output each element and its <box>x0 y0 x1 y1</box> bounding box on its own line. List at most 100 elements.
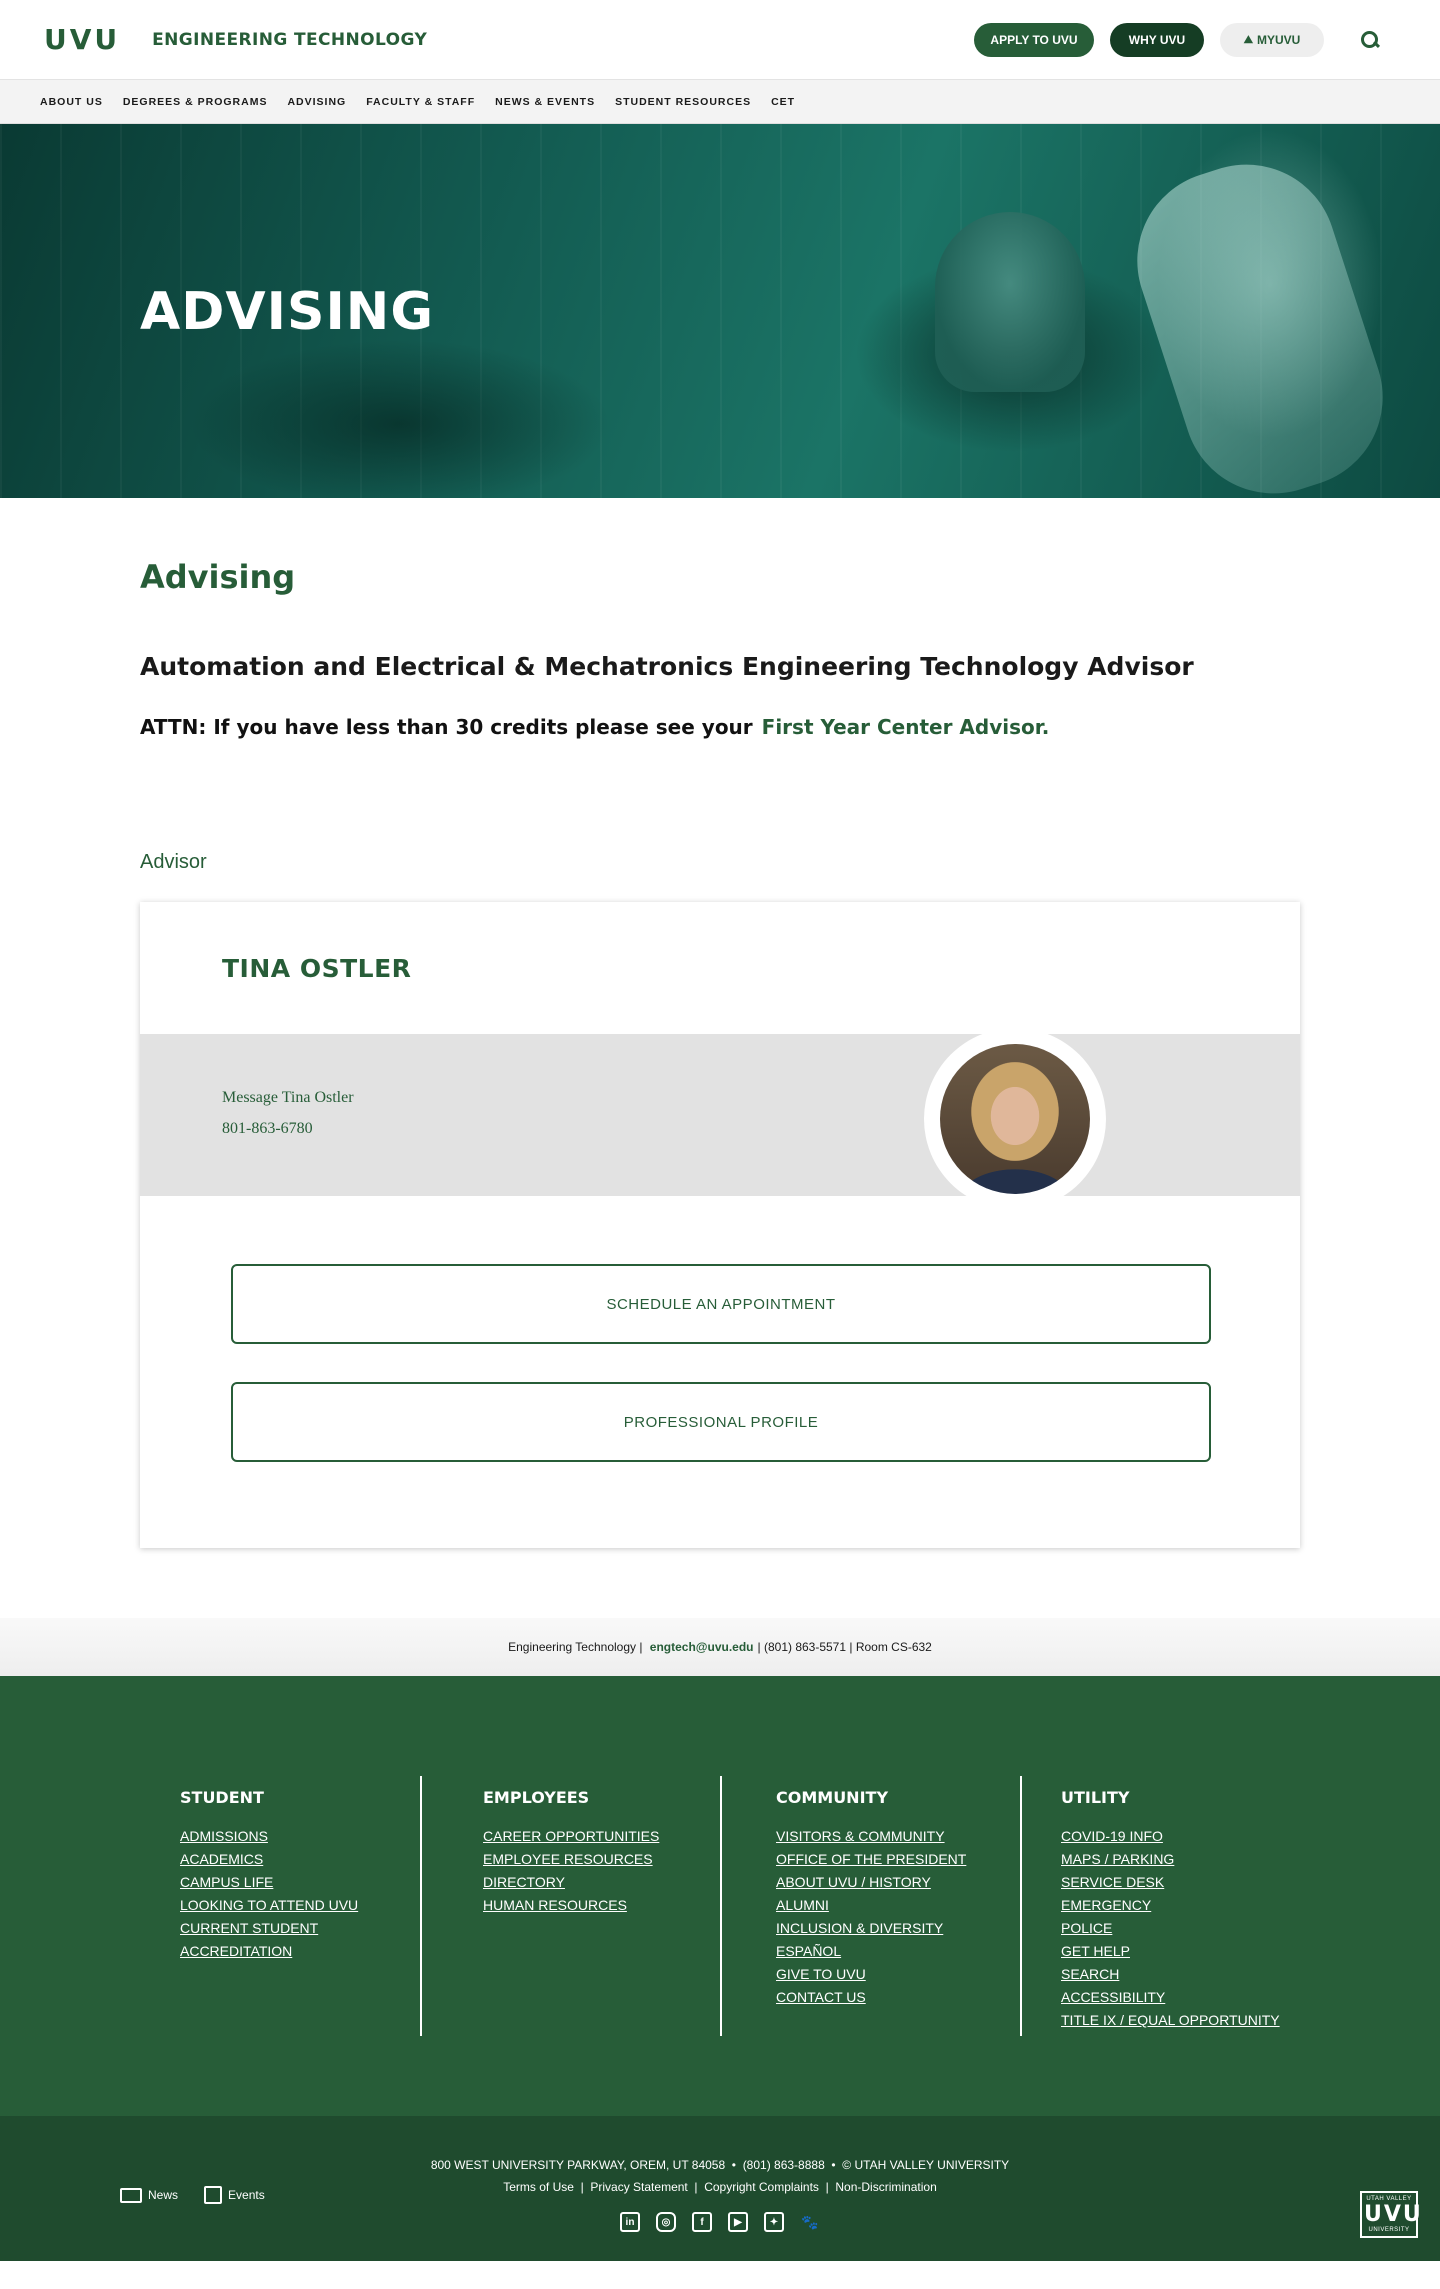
logo-bottom-text: UNIVERSITY <box>1368 2227 1410 2233</box>
attn-notice: ATTN: If you have less than 30 credits p… <box>140 715 1300 739</box>
contact-room: Room CS-632 <box>855 1640 932 1654</box>
footer-link[interactable]: ALUMNI <box>776 1894 966 1917</box>
social-links: in ◎ f ▶ ✦ 🐾 <box>0 2212 1440 2232</box>
search-icon[interactable] <box>1360 30 1380 50</box>
footer-legal: 800 WEST UNIVERSITY PARKWAY, OREM, UT 84… <box>0 2158 1440 2194</box>
nav-degrees-programs[interactable]: DEGREES & PROGRAMS <box>123 96 268 108</box>
footer-phone: (801) 863-8888 <box>742 2158 825 2172</box>
footer-divider <box>1020 1776 1022 2036</box>
attn-text: ATTN: If you have less than 30 credits p… <box>140 715 753 739</box>
footer-link[interactable]: COVID-19 INFO <box>1061 1825 1280 1848</box>
why-uvu-button[interactable]: WHY UVU <box>1110 23 1204 57</box>
uvu-footer-logo[interactable]: UTAH VALLEY UVU UNIVERSITY <box>1360 2191 1423 2238</box>
footer-link[interactable]: MAPS / PARKING <box>1061 1848 1280 1871</box>
footer-link[interactable]: SEARCH <box>1061 1963 1280 1986</box>
footer-link[interactable]: CONTACT US <box>776 1986 966 2009</box>
department-title[interactable]: ENGINEERING TECHNOLOGY <box>152 30 427 50</box>
page-heading: Advising <box>140 558 296 596</box>
footer-link[interactable]: VISITORS & COMMUNITY <box>776 1825 966 1848</box>
department-contact-strip: Engineering Technology | engtech@uvu.edu… <box>0 1618 1440 1676</box>
privacy-link[interactable]: Privacy Statement <box>590 2180 687 2194</box>
footer-link[interactable]: INCLUSION & DIVERSITY <box>776 1917 966 1940</box>
wolverine-icon[interactable]: 🐾 <box>800 2212 820 2232</box>
nav-student-resources[interactable]: STUDENT RESOURCES <box>615 96 751 108</box>
footer-link[interactable]: SERVICE DESK <box>1061 1871 1280 1894</box>
footer-link[interactable]: EMERGENCY <box>1061 1894 1280 1917</box>
footer-col-employees: EMPLOYEES CAREER OPPORTUNITIES EMPLOYEE … <box>483 1788 659 1917</box>
advisor-name: TINA OSTLER <box>222 953 412 983</box>
hero-banner: ADVISING <box>0 124 1440 498</box>
footer-address: 800 WEST UNIVERSITY PARKWAY, OREM, UT 84… <box>430 2158 726 2172</box>
footer-link[interactable]: ACADEMICS <box>180 1848 358 1871</box>
contact-email-link[interactable]: engtech@uvu.edu <box>650 1640 754 1654</box>
terms-link[interactable]: Terms of Use <box>503 2180 574 2194</box>
advisor-contact-band: Message Tina Ostler 801-863-6780 <box>140 1028 1300 1210</box>
twitter-icon[interactable]: ✦ <box>764 2212 784 2232</box>
footer-link[interactable]: CAREER OPPORTUNITIES <box>483 1825 659 1848</box>
footer-link[interactable]: ADMISSIONS <box>180 1825 358 1848</box>
footer-col-student: STUDENT ADMISSIONS ACADEMICS CAMPUS LIFE… <box>180 1788 358 1963</box>
linkedin-icon[interactable]: in <box>620 2212 640 2232</box>
advisor-photo <box>940 1044 1090 1194</box>
site-header: UVU ENGINEERING TECHNOLOGY APPLY TO UVU … <box>0 0 1440 80</box>
instagram-icon[interactable]: ◎ <box>656 2212 676 2232</box>
myuvu-button[interactable]: ⛰ MYUVU <box>1220 23 1324 57</box>
footer-links: STUDENT ADMISSIONS ACADEMICS CAMPUS LIFE… <box>0 1676 1440 2116</box>
footer-col-utility: UTILITY COVID-19 INFO MAPS / PARKING SER… <box>1061 1788 1280 2032</box>
footer-link[interactable]: LOOKING TO ATTEND UVU <box>180 1894 358 1917</box>
non-discrimination-link[interactable]: Non-Discrimination <box>835 2180 936 2194</box>
mountain-icon: ⛰ <box>1243 33 1253 46</box>
footer-link[interactable]: OFFICE OF THE PRESIDENT <box>776 1848 966 1871</box>
footer-col-community: COMMUNITY VISITORS & COMMUNITY OFFICE OF… <box>776 1788 966 2009</box>
contact-sep: | <box>846 1640 856 1654</box>
advisor-phone-link[interactable]: 801-863-6780 <box>222 1120 1300 1138</box>
nav-news-events[interactable]: NEWS & EVENTS <box>495 96 595 108</box>
advisor-program-title: Automation and Electrical & Mechatronics… <box>140 652 1194 681</box>
footer-utility-title: UTILITY <box>1061 1788 1130 1807</box>
footer-link[interactable]: HUMAN RESOURCES <box>483 1894 659 1917</box>
myuvu-label: MYUVU <box>1256 33 1301 47</box>
footer-link[interactable]: DIRECTORY <box>483 1871 659 1894</box>
logo-main-text: UVU <box>1364 2202 1423 2227</box>
hero-student-image <box>935 212 1085 392</box>
footer-link[interactable]: EMPLOYEE RESOURCES <box>483 1848 659 1871</box>
footer-divider <box>720 1776 722 2036</box>
footer-link[interactable]: ESPAÑOL <box>776 1940 966 1963</box>
nav-advising[interactable]: ADVISING <box>287 96 346 108</box>
hero-title: ADVISING <box>140 282 434 342</box>
contact-dept: Engineering Technology <box>508 1640 636 1654</box>
footer-bottom: News Events 800 WEST UNIVERSITY PARKWAY,… <box>0 2116 1440 2261</box>
youtube-icon[interactable]: ▶ <box>728 2212 748 2232</box>
footer-link[interactable]: CAMPUS LIFE <box>180 1871 358 1894</box>
footer-address-row: 800 WEST UNIVERSITY PARKWAY, OREM, UT 84… <box>430 2158 1010 2172</box>
nav-about-us[interactable]: ABOUT US <box>40 96 103 108</box>
advisor-avatar <box>924 1028 1106 1210</box>
facebook-icon[interactable]: f <box>692 2212 712 2232</box>
footer-student-title: STUDENT <box>180 1788 264 1807</box>
nav-faculty-staff[interactable]: FACULTY & STAFF <box>366 96 475 108</box>
footer-link[interactable]: GIVE TO UVU <box>776 1963 966 1986</box>
footer-legal-links: Terms of Use | Privacy Statement | Copyr… <box>503 2180 937 2194</box>
footer-link[interactable]: ACCREDITATION <box>180 1940 358 1963</box>
apply-button[interactable]: APPLY TO UVU <box>974 23 1094 57</box>
footer-link[interactable]: TITLE IX / EQUAL OPPORTUNITY <box>1061 2009 1280 2032</box>
nav-cet[interactable]: CET <box>771 96 795 108</box>
uvu-logo[interactable]: UVU <box>44 23 120 56</box>
footer-link[interactable]: ABOUT UVU / HISTORY <box>776 1871 966 1894</box>
footer-link[interactable]: CURRENT STUDENT <box>180 1917 358 1940</box>
footer-link[interactable]: GET HELP <box>1061 1940 1280 1963</box>
footer-employees-title: EMPLOYEES <box>483 1788 590 1807</box>
first-year-advisor-link[interactable]: First Year Center Advisor. <box>762 715 1050 739</box>
footer-link[interactable]: POLICE <box>1061 1917 1280 1940</box>
footer-link[interactable]: ACCESSIBILITY <box>1061 1986 1280 2009</box>
copyright-complaints-link[interactable]: Copyright Complaints <box>704 2180 819 2194</box>
message-advisor-link[interactable]: Message Tina Ostler <box>222 1089 1300 1107</box>
contact-phone: (801) 863-5571 <box>763 1640 847 1654</box>
advisor-card: TINA OSTLER Message Tina Ostler 801-863-… <box>140 902 1300 1548</box>
schedule-appointment-button[interactable]: SCHEDULE AN APPOINTMENT <box>231 1264 1211 1344</box>
sub-navigation: ABOUT US DEGREES & PROGRAMS ADVISING FAC… <box>0 80 1440 124</box>
advisor-section-label: Advisor <box>140 851 207 873</box>
professional-profile-button[interactable]: PROFESSIONAL PROFILE <box>231 1382 1211 1462</box>
main-content: Advising Automation and Electrical & Mec… <box>0 558 1440 1548</box>
footer-divider <box>420 1776 422 2036</box>
